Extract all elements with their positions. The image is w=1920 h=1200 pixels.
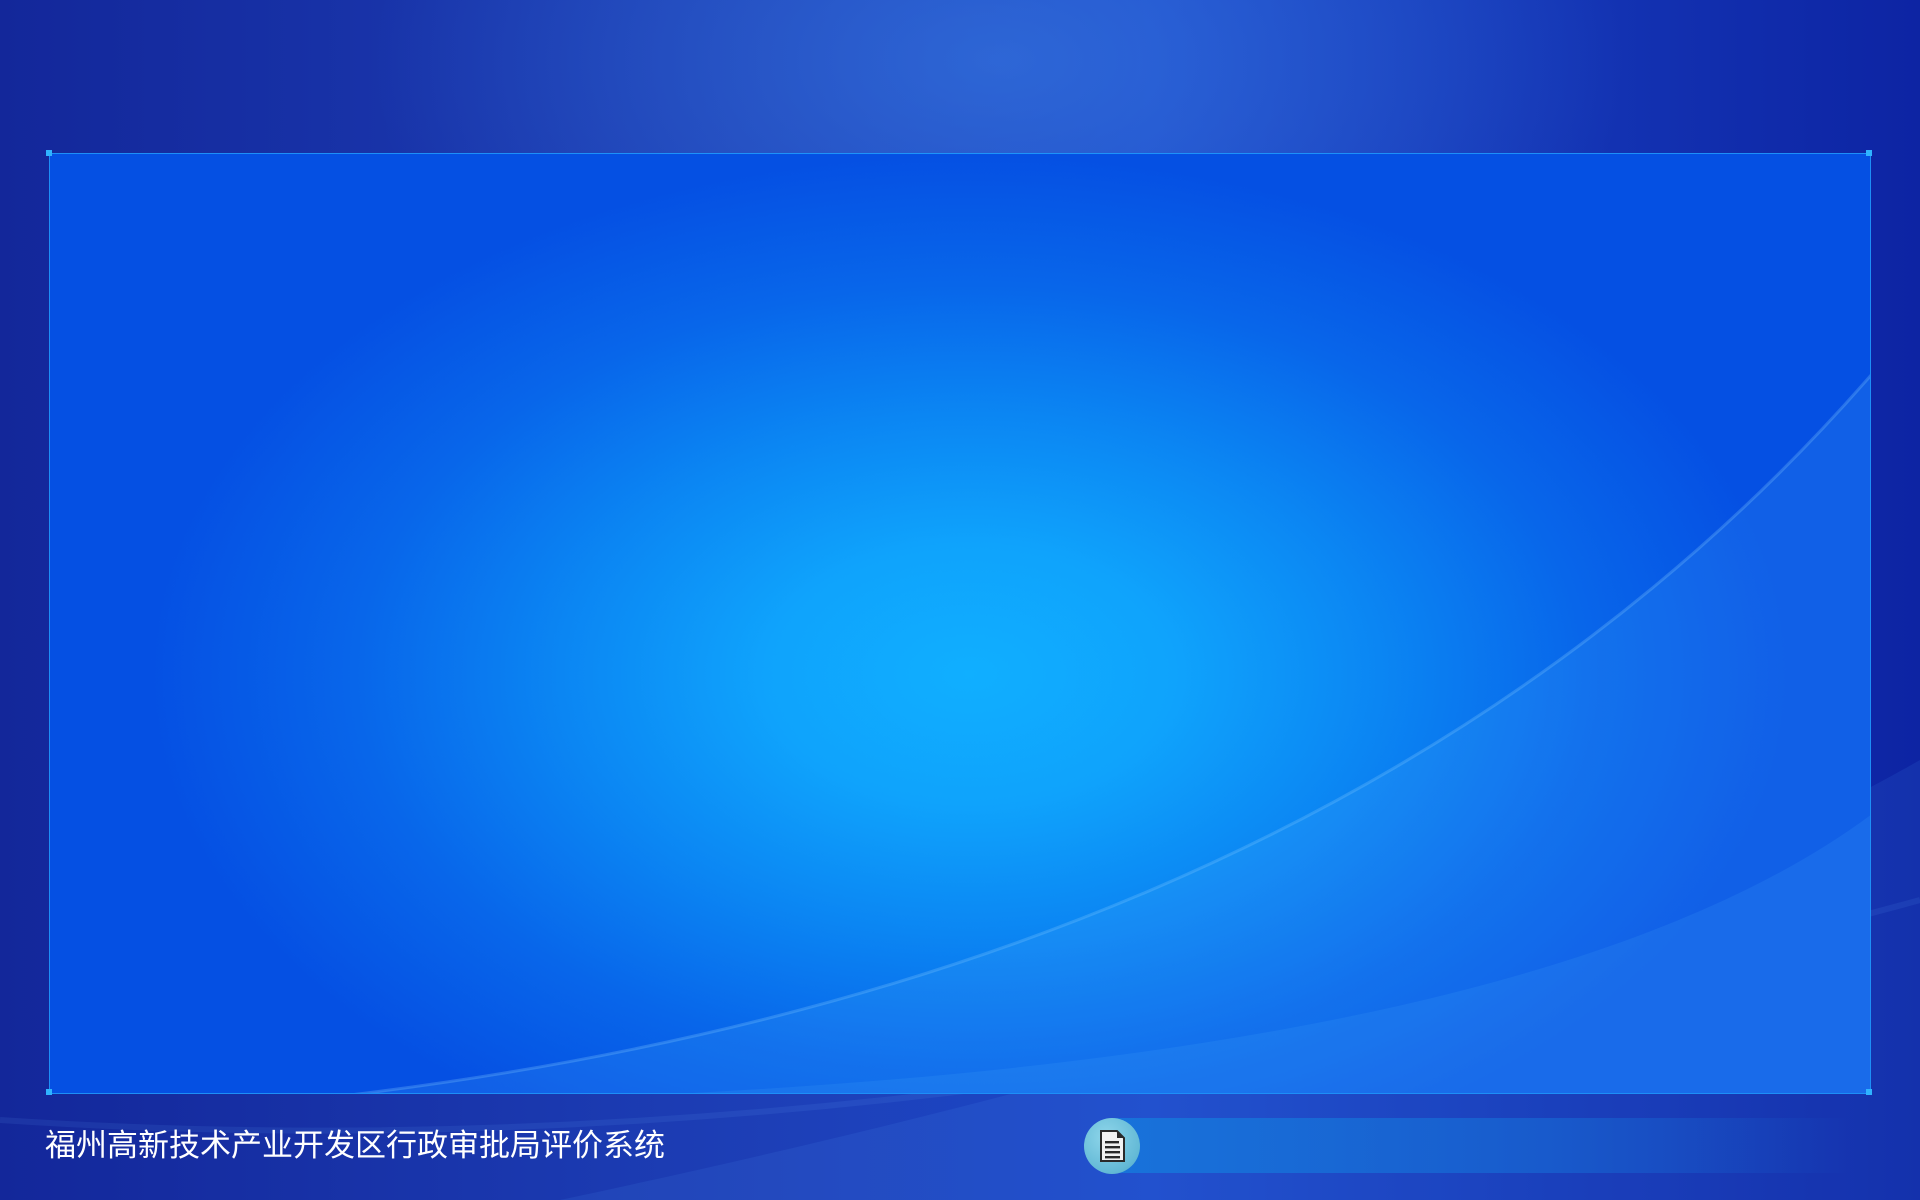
system-title: 福州高新技术产业开发区行政审批局评价系统 <box>45 1128 665 1164</box>
panel-corner-bottom-left <box>46 1089 52 1095</box>
document-icon <box>1100 1130 1125 1162</box>
main-display-panel <box>49 153 1871 1094</box>
panel-corner-top-left <box>46 150 52 156</box>
panel-swoosh <box>353 374 1870 1093</box>
panel-corner-top-right <box>1866 150 1872 156</box>
panel-corner-bottom-right <box>1866 1089 1872 1095</box>
document-button[interactable] <box>1084 1118 1140 1174</box>
footer-strip <box>1111 1118 1851 1173</box>
